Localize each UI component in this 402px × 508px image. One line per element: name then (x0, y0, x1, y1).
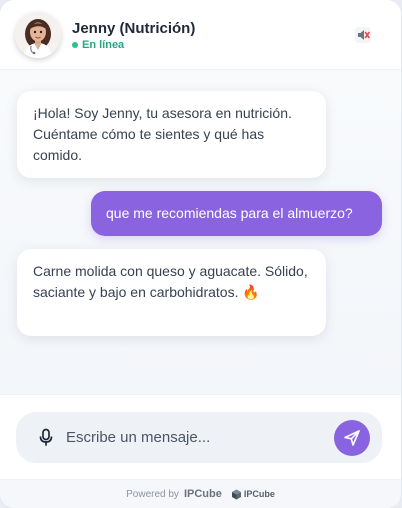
composer (0, 394, 401, 479)
brand-logo-text: IPCube (243, 489, 275, 499)
bot-message: ¡Hola! Soy Jenny, tu asesora en nutrició… (17, 91, 326, 178)
powered-by-text: Powered by (126, 488, 179, 500)
send-button[interactable] (334, 420, 370, 456)
status-dot-icon (72, 42, 78, 48)
assistant-avatar-icon (15, 12, 61, 58)
chat-widget: Jenny (Nutrición) En línea ¡Hola! Soy Je… (0, 0, 401, 508)
user-message: que me recomiendas para el almuerzo? (91, 191, 382, 236)
status-text: En línea (82, 39, 125, 51)
brand-logo: IPCube (231, 489, 275, 500)
brand-name[interactable]: IPCube (184, 488, 222, 500)
assistant-avatar (15, 12, 61, 58)
powered-by-footer: Powered by IPCube IPCube (0, 479, 401, 508)
bot-message: Carne molida con queso y aguacate. Sólid… (17, 249, 326, 336)
message-list[interactable]: ¡Hola! Soy Jenny, tu asesora en nutrició… (0, 70, 401, 394)
cube-logo-icon (231, 489, 241, 499)
send-icon (344, 430, 360, 446)
mute-button[interactable] (354, 26, 372, 44)
online-status: En línea (72, 39, 124, 51)
speaker-muted-icon (355, 27, 371, 43)
agent-name: Jenny (Nutrición) (72, 20, 196, 37)
microphone-icon (39, 428, 53, 446)
message-input[interactable] (66, 424, 321, 451)
message-input-box (16, 412, 382, 463)
chat-header: Jenny (Nutrición) En línea (0, 0, 401, 70)
microphone-button[interactable] (36, 427, 56, 447)
